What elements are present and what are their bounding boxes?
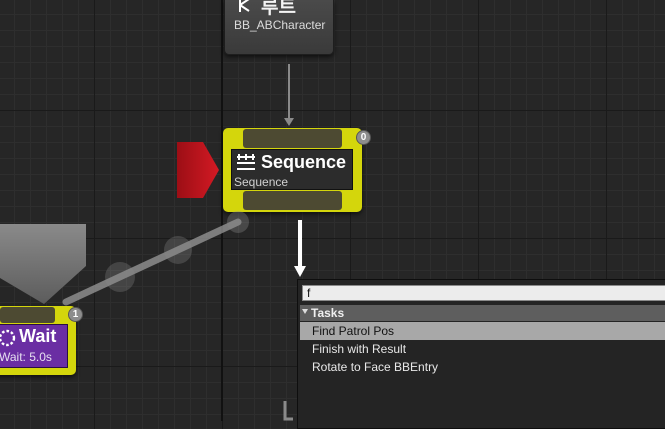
wait-node-title: Wait [19, 326, 57, 346]
menu-item-label: Find Patrol Pos [312, 324, 395, 338]
menu-category-tasks[interactable]: Tasks [300, 305, 665, 321]
wait-node-body: Wait Wait: 5.0s [0, 324, 68, 368]
menu-item[interactable]: Rotate to Face BBEntry [300, 358, 665, 376]
wait-order-badge: 1 [68, 307, 83, 322]
collapse-arrow-icon [302, 309, 308, 314]
wait-node-connector-shape [0, 224, 86, 304]
wait-input-pin[interactable] [0, 307, 55, 323]
wait-spinner-icon [0, 329, 16, 347]
menu-item[interactable]: Finish with Result [300, 340, 665, 358]
menu-item-label: Rotate to Face BBEntry [312, 360, 439, 374]
menu-item-label: Finish with Result [312, 342, 407, 356]
menu-category-label: Tasks [311, 306, 345, 320]
menu-item[interactable]: Find Patrol Pos [300, 322, 665, 340]
wait-node-subtitle: Wait: 5.0s [0, 350, 52, 364]
wait-node[interactable]: Wait Wait: 5.0s [0, 306, 76, 375]
node-corner-fragment [283, 401, 293, 421]
node-search-input[interactable] [302, 285, 665, 301]
add-node-context-menu: Tasks Find Patrol Pos Finish with Result… [297, 279, 665, 429]
